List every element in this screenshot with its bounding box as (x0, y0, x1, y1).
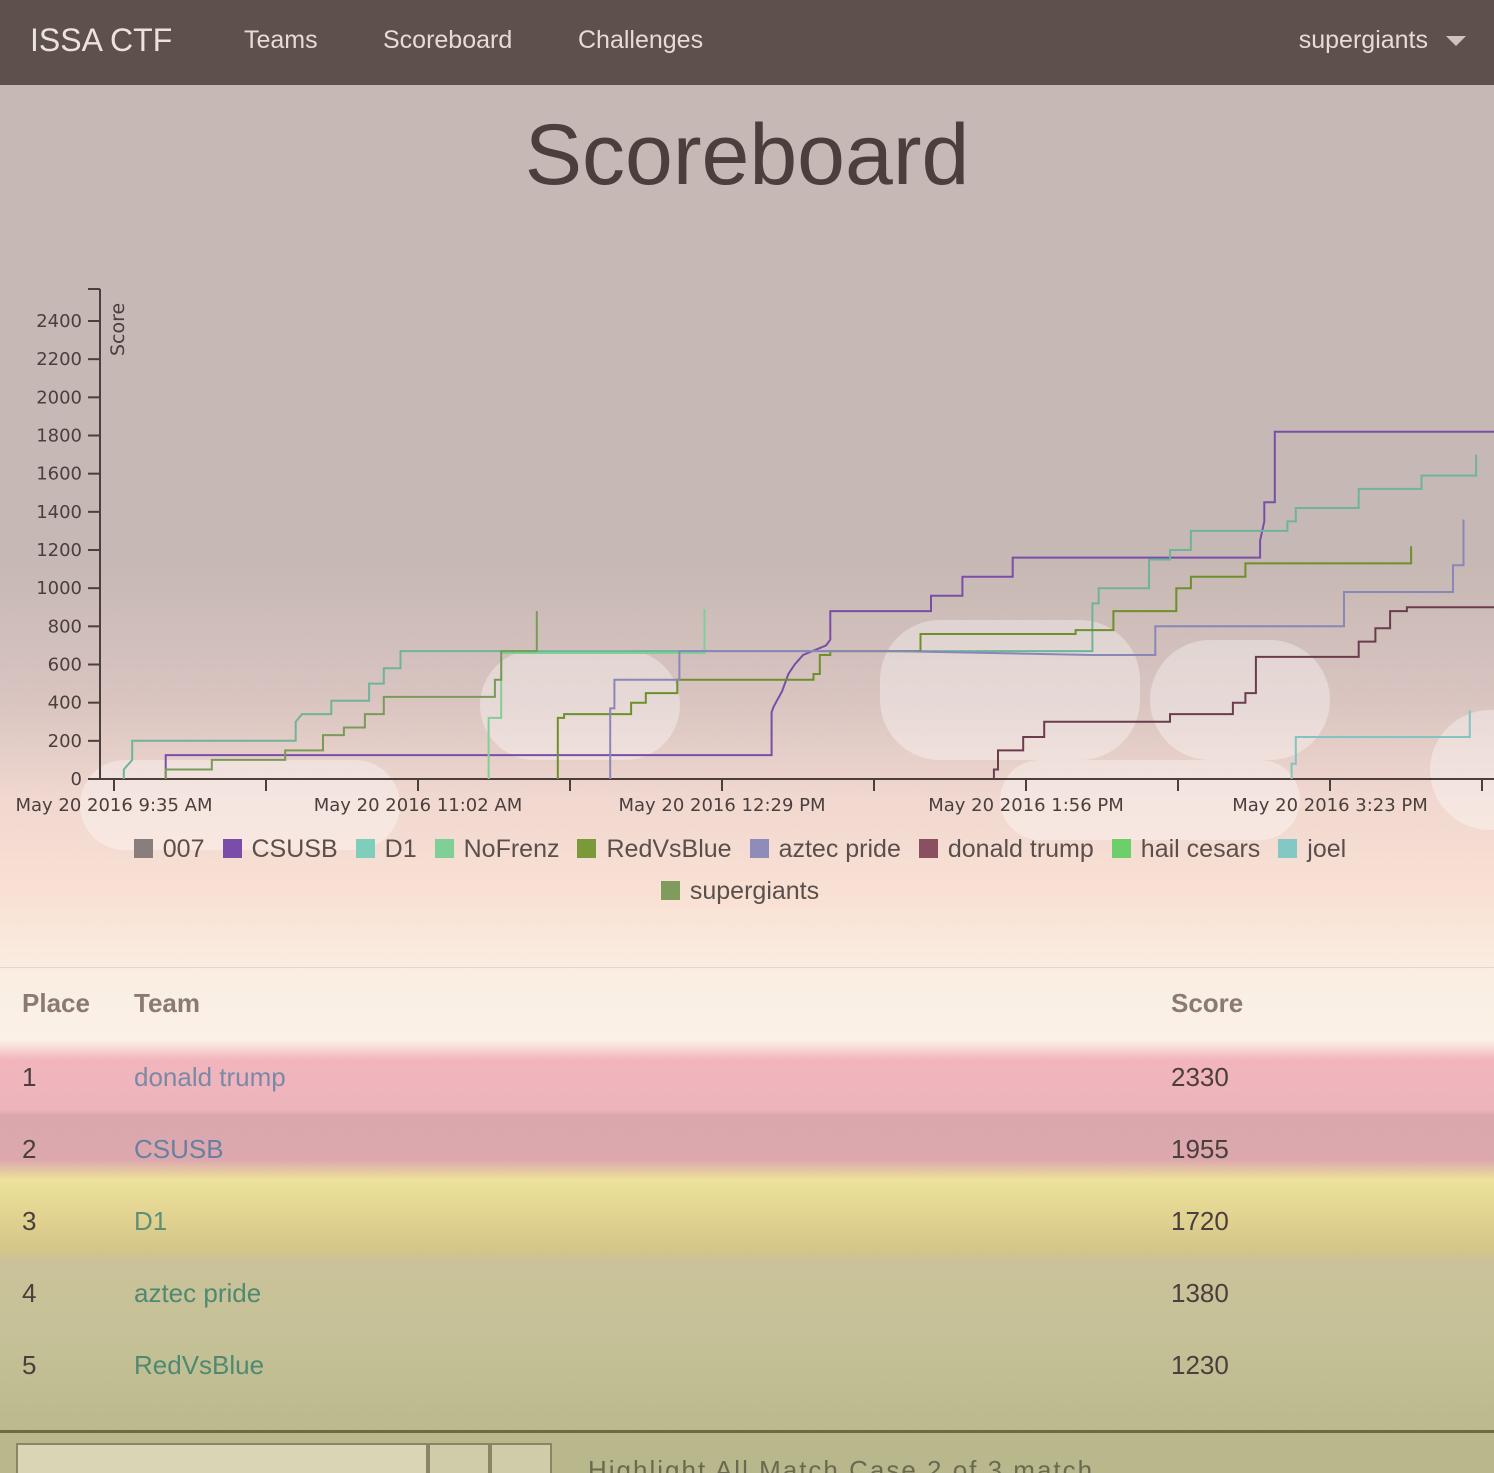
series-line-redvsblue (556, 546, 1413, 779)
legend-item[interactable]: hail cesars (1111, 830, 1261, 869)
nav-link-challenges[interactable]: Challenges (578, 26, 703, 55)
find-bar: Highlight All Match Case 2 of 3 match (0, 1430, 1494, 1473)
y-tick-label: 2200 (36, 349, 82, 370)
brand-link[interactable]: ISSA CTF (30, 22, 172, 59)
x-tick-label: May 20 2016 1:56 PM (928, 795, 1124, 816)
legend-label: RedVsBlue (606, 835, 732, 863)
legend-item[interactable]: aztec pride (749, 830, 901, 869)
score-cell: 1380 (1171, 1278, 1229, 1308)
legend-label: joel (1307, 835, 1347, 863)
legend-swatch (749, 839, 769, 858)
nav-link-scoreboard[interactable]: Scoreboard (383, 26, 512, 55)
legend-swatch (222, 839, 242, 858)
score-cell: 1230 (1171, 1350, 1229, 1380)
legend-item[interactable]: CSUSB (222, 830, 338, 869)
table-row: 2 CSUSB 1955 (0, 1112, 1494, 1184)
header-place[interactable]: Place (22, 988, 90, 1019)
legend-swatch (355, 839, 375, 858)
user-menu[interactable]: supergiants (1299, 26, 1428, 55)
table-row: 5 RedVsBlue 1230 (0, 1328, 1494, 1400)
header-team[interactable]: Team (134, 988, 200, 1019)
x-tick-label: May 20 2016 11:02 AM (314, 795, 523, 816)
table-row: 4 aztec pride 1380 (0, 1256, 1494, 1328)
find-input[interactable] (16, 1443, 428, 1473)
legend-swatch (434, 839, 454, 858)
series-line-supergiants (164, 611, 538, 779)
table-body: 1 donald trump 2330 2 CSUSB 1955 3 D1 1720 4 aztec… (0, 1040, 1494, 1400)
nav-link-teams[interactable]: Teams (244, 26, 318, 55)
y-tick-label: 200 (48, 731, 82, 752)
place-cell: 2 (22, 1134, 37, 1164)
y-tick-label: 800 (48, 616, 82, 637)
legend-item[interactable]: D1 (355, 830, 417, 869)
chart-axes: 0 200 400 600 800 1000 1200 1400 1600 1800 2000 220… (15, 288, 1494, 816)
legend-item[interactable]: donald trump (918, 830, 1094, 869)
y-tick-label: 400 (48, 693, 82, 714)
legend-item[interactable]: 007 (133, 830, 205, 869)
place-cell: 1 (22, 1062, 37, 1092)
scoreboard-table: Place Team Score 1 donald trump 2330 2 CSUSB… (0, 967, 1494, 1400)
legend-item[interactable]: NoFrenz (434, 830, 560, 869)
top-navbar: ISSA CTF Teams Scoreboard Challenges sup… (0, 0, 1494, 85)
team-link[interactable]: D1 (134, 1206, 167, 1237)
find-previous-button[interactable] (428, 1443, 490, 1473)
table-row: 1 donald trump 2330 (0, 1040, 1494, 1112)
score-cell: 1955 (1171, 1134, 1229, 1164)
y-tick-label: 0 (71, 769, 82, 790)
score-chart: 0 200 400 600 800 1000 1200 1400 1600 1800 2000 220… (15, 288, 1494, 816)
legend-swatch (918, 839, 938, 858)
find-options-text: Highlight All Match Case 2 of 3 match (588, 1455, 1095, 1473)
legend-label: aztec pride (778, 835, 901, 863)
legend-item[interactable]: supergiants (660, 872, 820, 911)
x-tick-label: May 20 2016 12:29 PM (618, 795, 825, 816)
page-title: Scoreboard (524, 107, 970, 203)
y-tick-label: 600 (48, 655, 82, 676)
y-tick-label: 2400 (36, 311, 82, 332)
score-cell: 1720 (1171, 1206, 1229, 1236)
team-link[interactable]: aztec pride (134, 1278, 261, 1309)
y-tick-label: 1600 (36, 464, 82, 485)
table-header: Place Team Score (0, 968, 1494, 1040)
legend-label: NoFrenz (463, 835, 560, 863)
team-link[interactable]: CSUSB (134, 1134, 224, 1165)
y-tick-label: 1000 (36, 578, 82, 599)
legend-label: donald trump (947, 835, 1094, 863)
score-cell: 2330 (1171, 1062, 1229, 1092)
legend-label: hail cesars (1140, 835, 1261, 863)
place-cell: 5 (22, 1350, 37, 1380)
legend-swatch (660, 881, 680, 900)
series-line-joel (1290, 710, 1471, 779)
legend-swatch (577, 839, 597, 858)
place-cell: 3 (22, 1206, 37, 1236)
y-tick-label: 1400 (36, 502, 82, 523)
find-next-button[interactable] (490, 1443, 552, 1473)
x-tick-label: May 20 2016 9:35 AM (15, 795, 212, 816)
legend-label: supergiants (689, 877, 820, 905)
legend-item[interactable]: joel (1278, 830, 1346, 869)
legend-swatch (133, 839, 153, 858)
legend-swatch (1111, 839, 1131, 858)
legend-label: 007 (162, 835, 205, 863)
chevron-down-icon[interactable] (1446, 36, 1466, 46)
team-link[interactable]: RedVsBlue (134, 1350, 264, 1381)
legend-label: D1 (384, 835, 417, 863)
legend-label: CSUSB (251, 835, 338, 863)
chart-series (122, 430, 1494, 779)
place-cell: 4 (22, 1278, 37, 1308)
legend-item[interactable]: RedVsBlue (577, 830, 732, 869)
header-score[interactable]: Score (1171, 988, 1243, 1019)
y-tick-label: 2000 (36, 387, 82, 408)
y-axis-label: Score (107, 303, 129, 356)
y-tick-label: 1800 (36, 426, 82, 447)
x-tick-label: May 20 2016 3:23 PM (1232, 795, 1428, 816)
table-row: 3 D1 1720 (0, 1184, 1494, 1256)
team-link[interactable]: donald trump (134, 1062, 286, 1093)
chart-legend: 007 CSUSB D1 NoFrenz RedVsBlue aztec pride don… (80, 830, 1400, 914)
y-tick-label: 1200 (36, 540, 82, 561)
legend-swatch (1278, 839, 1298, 858)
